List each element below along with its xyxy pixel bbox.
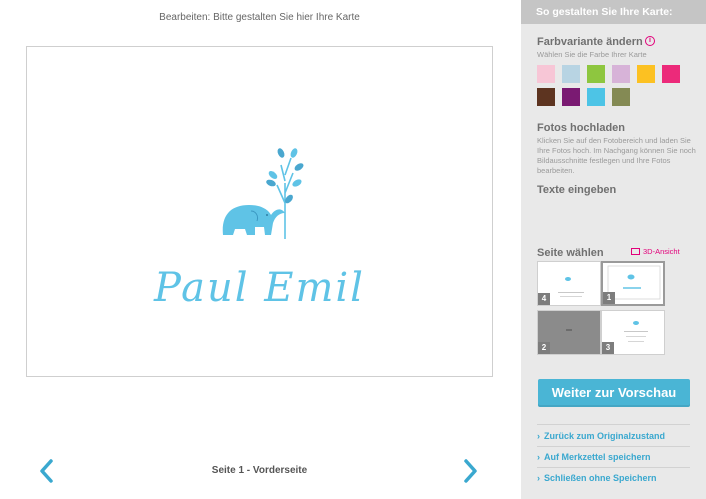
divider xyxy=(537,424,690,425)
page-thumb-number: 2 xyxy=(538,342,550,354)
text-section-title: Texte eingeben xyxy=(537,184,617,196)
page-thumb-1[interactable]: 1 xyxy=(601,261,665,306)
save-link-label: Auf Merkzettel speichern xyxy=(544,452,651,462)
page-thumb-3[interactable]: 3 xyxy=(601,310,665,355)
page-thumb-number: 3 xyxy=(602,342,614,354)
photo-section-text: Klicken Sie auf den Fotobereich und lade… xyxy=(537,136,696,175)
color-swatch[interactable] xyxy=(587,88,605,106)
view-3d-label: 3D-Ansicht xyxy=(643,247,680,256)
reset-link[interactable]: › Zurück zum Originalzustand xyxy=(537,431,665,441)
chevron-right-icon: › xyxy=(537,452,540,462)
photo-section-title: Fotos hochladen xyxy=(537,122,625,134)
sidebar-header: So gestalten Sie Ihre Karte: xyxy=(521,0,706,24)
card-canvas[interactable]: Paul Emil xyxy=(26,46,493,377)
close-link-label: Schließen ohne Speichern xyxy=(544,473,657,483)
color-swatch[interactable] xyxy=(637,65,655,83)
view-3d-link[interactable]: 3D-Ansicht xyxy=(631,247,680,256)
page-section-title: Seite wählen xyxy=(537,247,604,259)
page-thumb-number: 4 xyxy=(538,293,550,305)
page-thumb-4[interactable]: 4 xyxy=(537,261,601,306)
sidebar: So gestalten Sie Ihre Karte: Farbvariant… xyxy=(521,0,706,499)
close-without-saving-link[interactable]: › Schließen ohne Speichern xyxy=(537,473,657,483)
color-swatch[interactable] xyxy=(537,88,555,106)
color-section-subtitle: Wählen Sie die Farbe Ihrer Karte xyxy=(537,50,647,59)
page-label: Seite 1 - Vorderseite xyxy=(211,465,308,476)
divider xyxy=(537,446,690,447)
color-swatch[interactable] xyxy=(537,65,555,83)
color-swatch[interactable] xyxy=(612,65,630,83)
color-swatch[interactable] xyxy=(662,65,680,83)
page-thumb-2[interactable]: 2 xyxy=(537,310,601,355)
chevron-right-icon: › xyxy=(537,473,540,483)
color-swatches xyxy=(537,65,687,111)
info-icon[interactable]: i xyxy=(645,36,655,46)
page-thumbnails: 4 1 2 3 xyxy=(537,261,667,356)
color-swatch[interactable] xyxy=(562,65,580,83)
chevron-right-icon: › xyxy=(537,431,540,441)
card-name-text[interactable]: Paul Emil xyxy=(27,265,492,311)
color-swatch[interactable] xyxy=(562,88,580,106)
color-swatch[interactable] xyxy=(612,88,630,106)
continue-to-preview-button[interactable]: Weiter zur Vorschau xyxy=(538,379,690,407)
editor-heading: Bearbeiten: Bitte gestalten Sie hier Ihr… xyxy=(159,12,360,23)
save-to-wishlist-link[interactable]: › Auf Merkzettel speichern xyxy=(537,452,651,462)
elephant-tree-illustration[interactable] xyxy=(211,103,311,243)
page-thumb-number: 1 xyxy=(603,292,615,304)
cube-icon xyxy=(631,248,640,255)
next-page-arrow-icon[interactable] xyxy=(456,455,484,487)
color-swatch[interactable] xyxy=(587,65,605,83)
color-section-title: Farbvariante ändern xyxy=(537,36,643,48)
divider xyxy=(537,467,690,468)
reset-link-label: Zurück zum Originalzustand xyxy=(544,431,666,441)
